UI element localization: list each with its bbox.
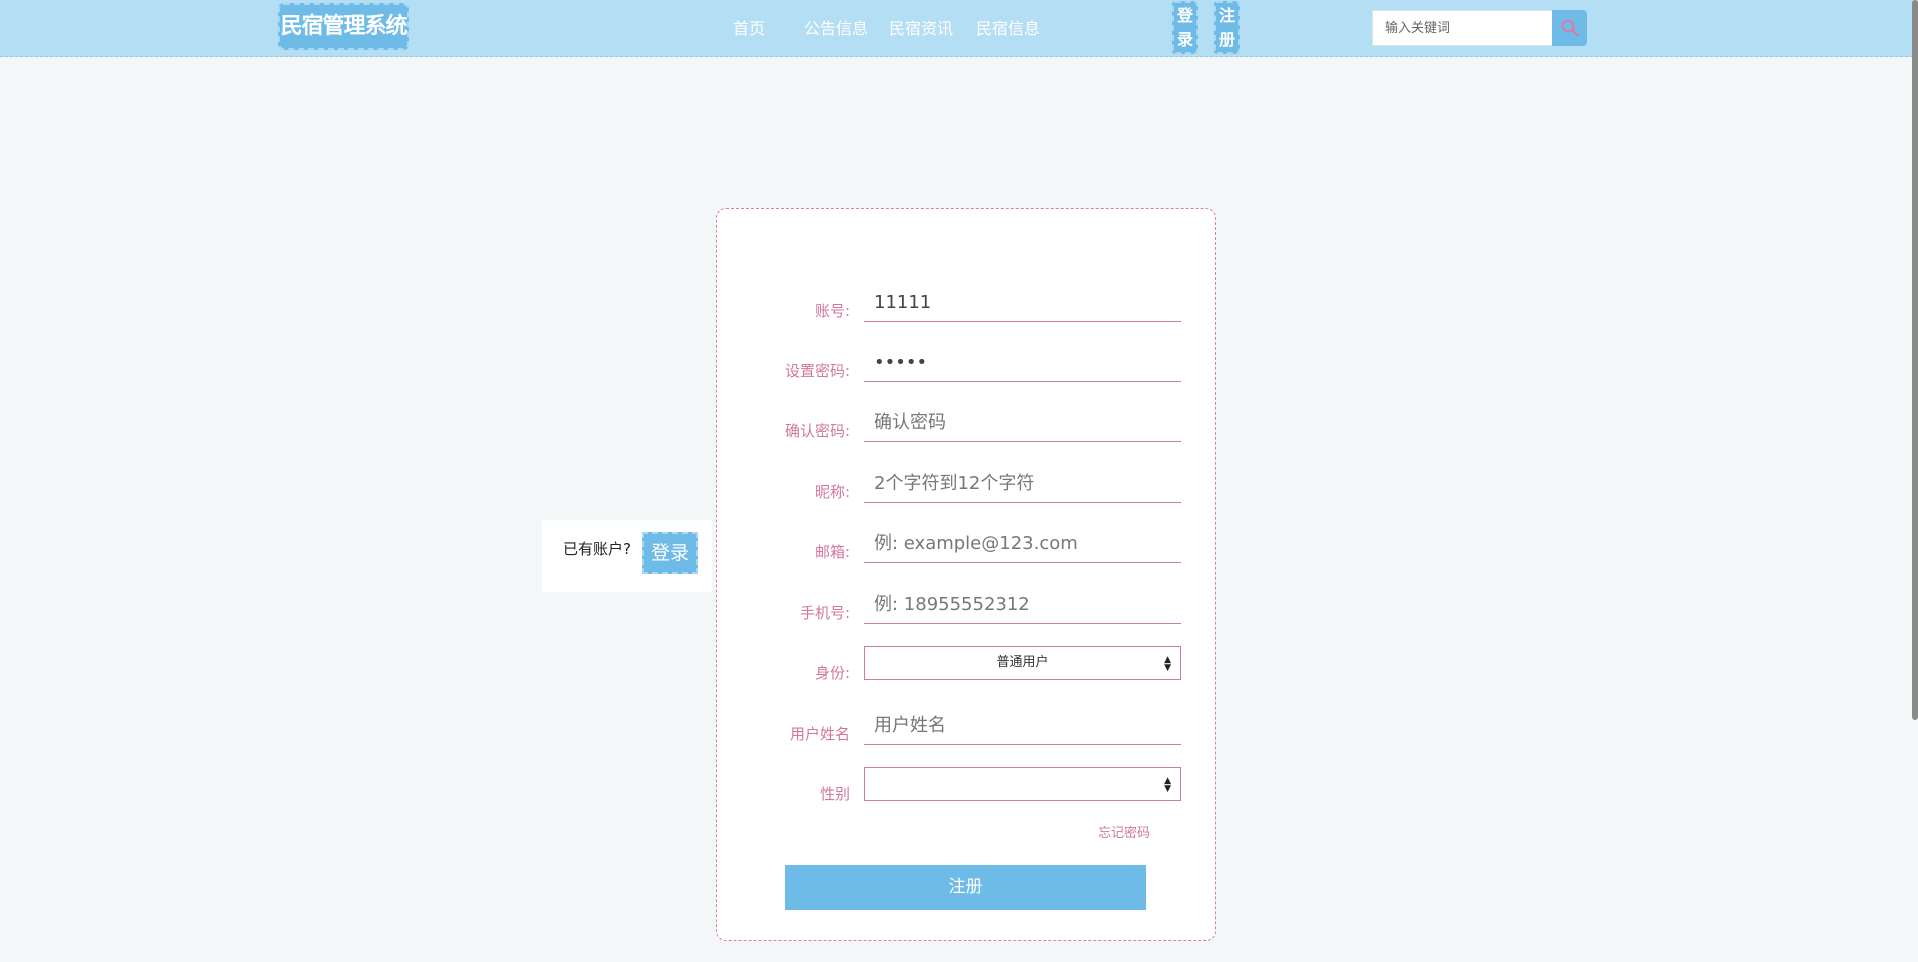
header-register-button[interactable]: 注 册 (1214, 1, 1240, 54)
select-arrows-icon: ▲ ▼ (1164, 776, 1171, 794)
gender-select[interactable]: ▲ ▼ (864, 767, 1181, 801)
site-logo[interactable]: 民宿管理系统 (278, 3, 409, 50)
nickname-label: 昵称: (814, 483, 850, 501)
account-input[interactable] (864, 284, 1181, 322)
phone-input[interactable] (864, 586, 1181, 624)
header-register-char-2: 册 (1218, 30, 1235, 49)
nav-news[interactable]: 民宿资讯 (889, 0, 953, 57)
confirm-password-label: 确认密码: (784, 422, 850, 440)
page-scrollbar[interactable] (1912, 0, 1918, 720)
header-login-char-2: 录 (1176, 30, 1193, 49)
side-login-button[interactable]: 登录 (642, 532, 698, 574)
register-form-card: 账号: 设置密码: 确认密码: 昵称: 邮箱: 手机号: 身份: 普通用户 ▲▼… (716, 208, 1216, 941)
password-input[interactable] (864, 344, 1181, 382)
realname-label: 用户姓名 (789, 725, 850, 743)
forgot-password-link[interactable]: 忘记密码 (1098, 822, 1150, 841)
search-input[interactable] (1372, 10, 1553, 46)
top-navbar: 民宿管理系统 首页 公告信息 民宿资讯 民宿信息 登 录 注 册 (0, 0, 1918, 57)
role-label: 身份: (814, 664, 850, 682)
select-arrows-icon: ▲ ▼ (1164, 655, 1171, 673)
password-label: 设置密码: (784, 362, 850, 380)
role-select-value: 普通用户 (996, 655, 1049, 670)
nav-notice[interactable]: 公告信息 (804, 0, 868, 57)
email-input[interactable] (864, 525, 1181, 563)
confirm-password-input[interactable] (864, 404, 1181, 442)
login-tip-box: 已有账户? 登录 (542, 520, 712, 592)
email-label: 邮箱: (814, 543, 850, 561)
phone-label: 手机号: (799, 604, 850, 622)
header-register-char-1: 注 (1218, 6, 1235, 25)
login-tip-text: 已有账户? (563, 540, 631, 558)
gender-label: 性别 (819, 785, 850, 803)
nav-home[interactable]: 首页 (733, 0, 765, 57)
role-select[interactable]: 普通用户 ▲ ▼ (864, 646, 1181, 680)
realname-input[interactable] (864, 707, 1181, 745)
nickname-input[interactable] (864, 465, 1181, 503)
search-button[interactable] (1552, 10, 1587, 46)
nav-bnb-info[interactable]: 民宿信息 (976, 0, 1040, 57)
account-label: 账号: (814, 302, 850, 320)
search-icon (1561, 19, 1579, 37)
header-login-char-1: 登 (1176, 6, 1193, 25)
register-submit-button[interactable]: 注册 (785, 865, 1146, 910)
header-login-button[interactable]: 登 录 (1172, 1, 1198, 54)
